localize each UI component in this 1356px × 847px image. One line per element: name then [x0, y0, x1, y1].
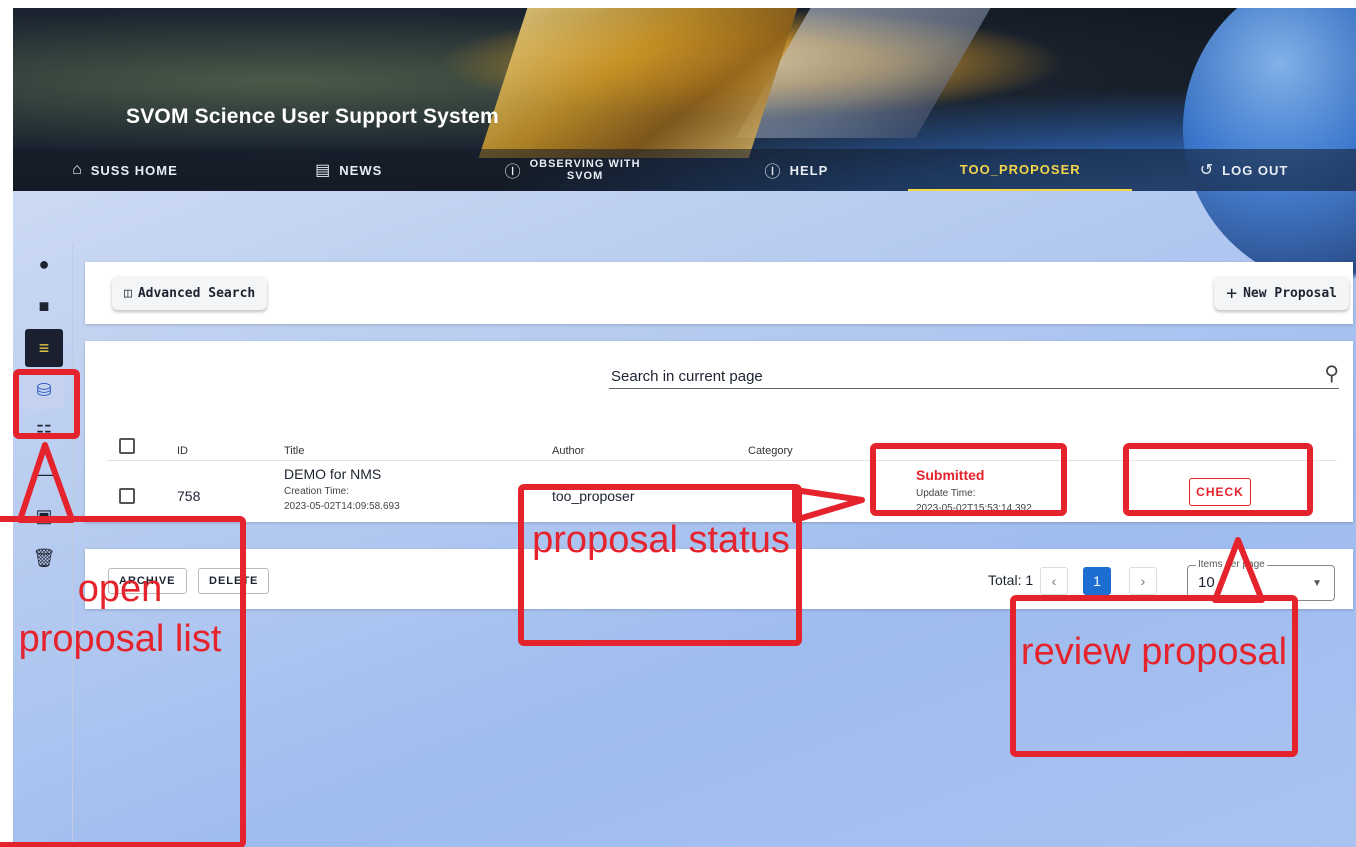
advanced-search-button[interactable]: ◫ Advanced Search	[112, 276, 268, 310]
chat-icon: ■	[38, 295, 50, 316]
new-proposal-button[interactable]: + New Proposal	[1214, 276, 1349, 310]
chevron-right-icon: ›	[1140, 573, 1146, 589]
sidebar-item-divider: —	[25, 455, 63, 493]
nav-label: TOO_PROPOSER	[959, 161, 1081, 177]
nav-too-proposer[interactable]: TOO_PROPOSER	[908, 149, 1133, 191]
new-proposal-label: New Proposal	[1243, 285, 1337, 301]
person-icon: ●	[38, 253, 50, 274]
earth-image	[1183, 8, 1356, 288]
divider-icon: —	[35, 463, 53, 484]
list-icon: ≡	[38, 337, 50, 358]
satellite-image	[478, 8, 798, 158]
page-1-button[interactable]: 1	[1083, 567, 1111, 595]
search-placeholder: Search in current page	[611, 368, 763, 385]
creation-time: 2023-05-02T14:09:58.693	[284, 501, 400, 512]
chevron-left-icon: ‹	[1051, 573, 1057, 589]
header-banner: SVOM Science User Support System ⌂ SUSS …	[13, 8, 1356, 288]
nav-label: OBSERVING WITH SVOM	[530, 158, 641, 182]
proposal-id: 758	[177, 488, 201, 504]
annotation-box-status	[518, 484, 802, 646]
items-per-page-value: 10	[1198, 574, 1215, 591]
annotation-proposal-status: proposal status	[532, 519, 790, 561]
nav-log-out[interactable]: ↺ LOG OUT	[1132, 149, 1356, 191]
column-header-author[interactable]: Author	[552, 445, 584, 457]
plus-icon: +	[1226, 282, 1238, 304]
select-all-checkbox[interactable]	[119, 438, 135, 454]
nav-news[interactable]: ▤ NEWS	[237, 149, 461, 191]
home-icon: ⌂	[72, 161, 83, 178]
sidebar-item-profile[interactable]: ●	[25, 245, 63, 283]
advanced-search-label: Advanced Search	[137, 285, 256, 301]
column-header-category[interactable]: Category	[748, 445, 793, 457]
nav-suss-home[interactable]: ⌂ SUSS HOME	[13, 149, 237, 191]
nav-label: LOG OUT	[1222, 162, 1289, 178]
prev-page-button[interactable]: ‹	[1040, 567, 1068, 595]
search-icon[interactable]: ⚲	[1324, 361, 1339, 386]
nav-label-line1: OBSERVING WITH	[529, 158, 641, 170]
annotation-review-proposal: review proposal	[1020, 631, 1288, 673]
items-per-page-label: Items per page	[1196, 559, 1267, 570]
nav-observing-with-svom[interactable]: ⓘ OBSERVING WITH SVOM	[461, 149, 685, 191]
creation-time-label: Creation Time:	[284, 486, 350, 497]
app-title: SVOM Science User Support System	[126, 105, 499, 128]
search-filter-icon: ◫	[124, 285, 132, 301]
nav-label: NEWS	[339, 162, 383, 178]
proposal-title: DEMO for NMS	[284, 466, 382, 482]
sidebar-item-drafts[interactable]: ≡	[25, 329, 63, 367]
column-header-title[interactable]: Title	[284, 445, 304, 457]
sidebar-item-messages[interactable]: ■	[25, 287, 63, 325]
top-nav: ⌂ SUSS HOME ▤ NEWS ⓘ OBSERVING WITH SVOM…	[13, 149, 1356, 191]
logout-icon: ↺	[1199, 162, 1215, 179]
annotation-highlight-status	[870, 443, 1067, 516]
nav-label: HELP	[789, 162, 829, 178]
annotation-highlight-check	[1123, 443, 1313, 516]
help-circle-icon: ⓘ	[504, 164, 522, 181]
caret-down-icon: ▼	[1312, 578, 1322, 589]
search-input[interactable]: Search in current page ⚲	[609, 363, 1339, 389]
annotation-highlight-sidebar	[13, 369, 80, 439]
nav-label-line2: SVOM	[566, 170, 604, 182]
toolbar-card: ◫ Advanced Search + New Proposal	[85, 262, 1353, 324]
help-circle-icon: ⓘ	[764, 164, 782, 181]
nav-label: SUSS HOME	[90, 162, 178, 178]
annotation-open-proposal-list: open proposal list	[18, 568, 222, 660]
news-icon: ▤	[315, 162, 332, 179]
row-checkbox[interactable]	[119, 488, 135, 504]
next-page-button[interactable]: ›	[1129, 567, 1157, 595]
nav-help[interactable]: ⓘ HELP	[684, 149, 908, 191]
total-count: Total: 1	[988, 572, 1034, 588]
column-header-id[interactable]: ID	[177, 445, 188, 457]
